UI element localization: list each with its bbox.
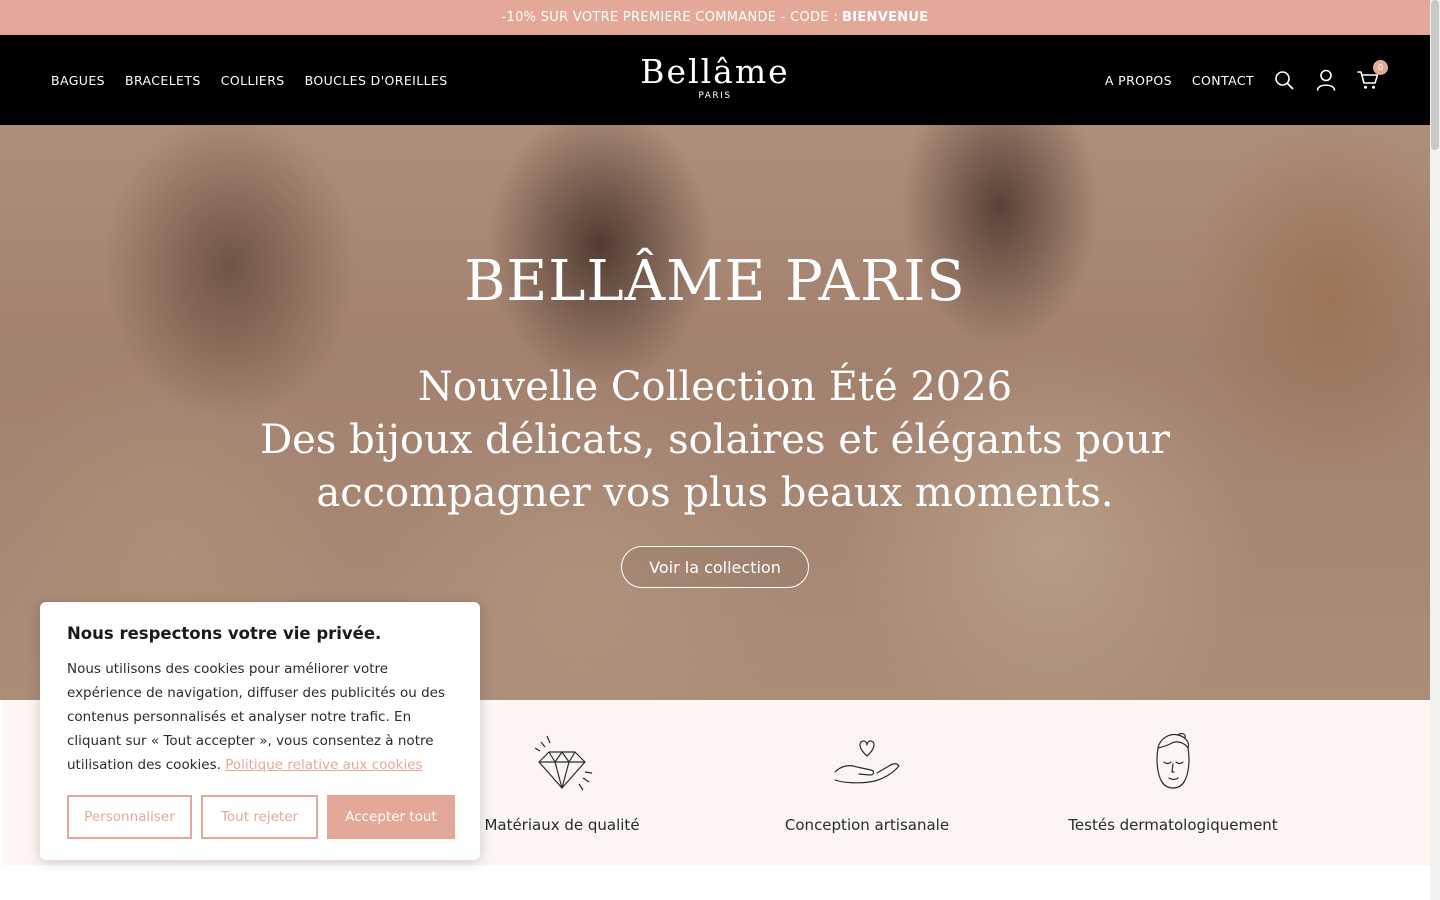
cookie-text: Nous utilisons des cookies pour améliore… [67,657,453,777]
feature-craft: Conception artisanale [742,728,992,834]
nav-link-boucles-oreilles[interactable]: BOUCLES D'OREILLES [305,73,448,88]
nav-link-colliers[interactable]: COLLIERS [221,73,285,88]
announcement-text: -10% SUR VOTRE PREMIERE COMMANDE - CODE … [501,10,838,25]
nav-link-a-propos[interactable]: A PROPOS [1105,73,1172,88]
cart-count-badge: 0 [1373,60,1388,75]
hero-subtitle-line1: Nouvelle Collection Été 2026 [417,364,1013,410]
site-logo[interactable]: Bellâme PARIS [615,52,815,102]
hero-title: BELLÂME PARIS [464,249,966,314]
cookie-title: Nous respectons votre vie privée. [67,624,382,643]
feature-tested-label: Testés dermatologiquement [1068,816,1278,834]
reject-all-button[interactable]: Tout rejeter [201,795,318,839]
site-header: BAGUES BRACELETS COLLIERS BOUCLES D'OREI… [0,35,1430,125]
announcement-code: BIENVENUE [842,10,929,25]
hand-heart-icon [742,728,992,796]
hero-subtitle: Nouvelle Collection Été 2026 Des bijoux … [245,361,1185,520]
scrollbar-thumb[interactable] [1431,0,1439,150]
header-icons: 0 [1272,35,1388,125]
announcement-bar: -10% SUR VOTRE PREMIERE COMMANDE - CODE … [0,0,1430,35]
hero-subtitle-line2: Des bijoux délicats, solaires et élégant… [260,417,1170,516]
nav-link-bagues[interactable]: BAGUES [51,73,105,88]
logo-subtitle: PARIS [698,91,732,101]
face-icon [1048,728,1298,796]
main-nav: BAGUES BRACELETS COLLIERS BOUCLES D'OREI… [51,35,448,125]
feature-craft-label: Conception artisanale [784,816,950,834]
nav-link-bracelets[interactable]: BRACELETS [125,73,201,88]
cart-icon[interactable]: 0 [1356,60,1388,92]
view-collection-button[interactable]: Voir la collection [621,546,809,588]
logo-wordmark: Bellâme [640,52,790,91]
accept-all-button[interactable]: Accepter tout [327,795,455,839]
search-icon[interactable] [1272,68,1296,92]
account-icon[interactable] [1314,68,1338,92]
customize-button[interactable]: Personnaliser [67,795,192,839]
feature-tested: Testés dermatologiquement [1048,728,1298,834]
secondary-nav: A PROPOS CONTACT [1105,35,1254,125]
cookie-policy-link[interactable]: Politique relative aux cookies [225,757,422,773]
nav-link-contact[interactable]: CONTACT [1192,73,1254,88]
cookie-banner: Nous respectons votre vie privée. Nous u… [40,602,480,860]
cookie-actions: Personnaliser Tout rejeter Accepter tout [67,795,455,839]
